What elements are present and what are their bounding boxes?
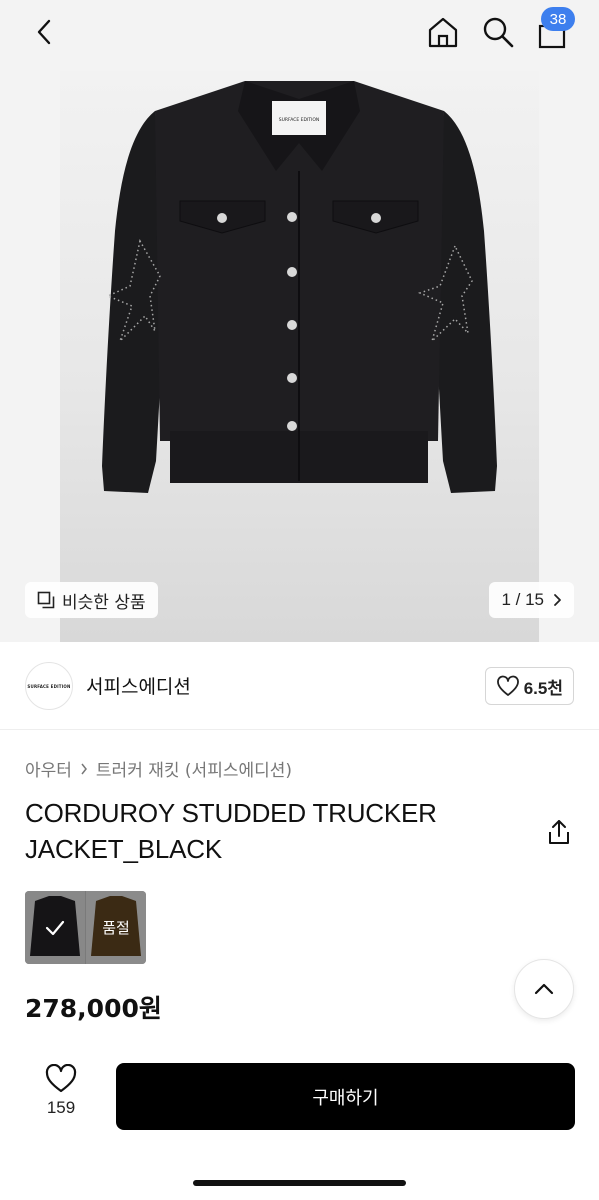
heart-icon — [496, 675, 519, 696]
label-text: SURFACE EDITION — [279, 117, 320, 123]
home-icon — [428, 17, 458, 48]
check-icon — [45, 920, 65, 935]
breadcrumb: 아우터 트러커 재킷 (서피스에디션) — [25, 756, 292, 781]
image-pager-text: 1 / 15 — [501, 590, 544, 609]
buy-button[interactable]: 구매하기 — [116, 1063, 575, 1130]
sold-out-label: 품절 — [102, 919, 130, 937]
home-button[interactable] — [424, 12, 462, 52]
product-image-gallery[interactable]: SURFACE EDITION 비슷한 상품 1 / 15 — [0, 64, 599, 642]
search-button[interactable] — [479, 12, 517, 52]
product-image: SURFACE EDITION — [60, 71, 539, 642]
similar-products-label: 비슷한 상품 — [62, 592, 146, 613]
share-icon — [549, 820, 569, 844]
jacket-illustration: SURFACE EDITION — [102, 81, 497, 493]
heart-icon — [45, 1064, 77, 1093]
store-logo[interactable]: SURFACE EDITION — [25, 662, 73, 710]
back-button[interactable] — [28, 14, 60, 50]
wishlist-button[interactable]: 159 — [30, 1064, 92, 1130]
scroll-to-top-button[interactable] — [514, 959, 574, 1019]
cart-button[interactable]: 38 — [533, 7, 575, 52]
share-button[interactable] — [545, 818, 573, 846]
chevron-up-icon — [534, 983, 554, 995]
store-like-count: 6.5천 — [523, 678, 563, 698]
copy-icon — [37, 591, 55, 609]
chevron-right-icon — [554, 594, 561, 606]
breadcrumb-subcategory[interactable]: 트러커 재킷 (서피스에디션) — [96, 756, 292, 781]
store-name[interactable]: 서피스에디션 — [86, 672, 191, 699]
wishlist-count: 159 — [46, 1098, 76, 1117]
color-variant-selector[interactable]: 품절 — [25, 891, 146, 964]
cart-count-badge: 38 — [541, 7, 575, 31]
chevron-right-icon — [81, 763, 87, 774]
store-like-button[interactable]: 6.5천 — [484, 667, 574, 705]
home-indicator — [193, 1180, 406, 1186]
chevron-left-icon — [37, 19, 51, 45]
image-pager-button[interactable]: 1 / 15 — [489, 582, 574, 618]
product-price: 278,000원 — [25, 994, 162, 1023]
selected-check — [25, 891, 85, 964]
breadcrumb-category[interactable]: 아우터 — [25, 756, 72, 781]
product-title: CORDUROY STUDDED TRUCKER JACKET_BLACK — [25, 798, 437, 864]
similar-products-button[interactable]: 비슷한 상품 — [25, 582, 158, 618]
top-nav-bar: 38 — [0, 0, 599, 64]
search-icon — [483, 17, 514, 48]
store-row[interactable]: SURFACE EDITION 서피스에디션 6.5천 — [0, 642, 599, 730]
